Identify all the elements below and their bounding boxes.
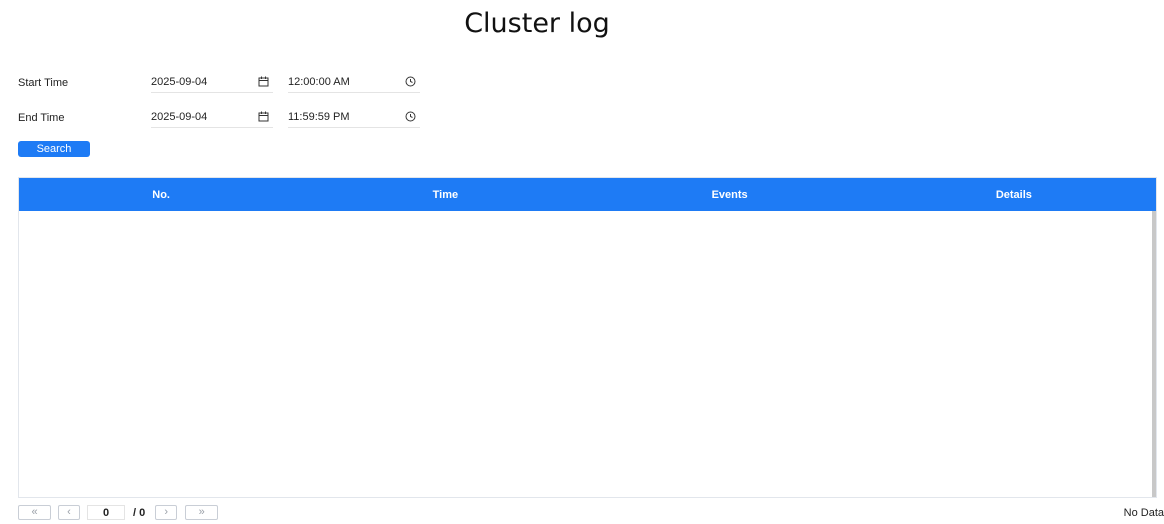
column-header-details[interactable]: Details	[872, 189, 1156, 201]
search-button[interactable]: Search	[18, 141, 90, 157]
clock-icon[interactable]	[404, 111, 416, 123]
end-time-label: End Time	[18, 112, 65, 124]
start-date-input[interactable]	[151, 75, 241, 88]
start-time-label: Start Time	[18, 77, 69, 89]
start-time-row: Start Time	[18, 73, 420, 93]
end-date-input[interactable]	[151, 110, 241, 123]
end-time-input[interactable]	[288, 110, 378, 123]
page-total: / 0	[133, 506, 146, 519]
last-page-button[interactable]: »	[185, 505, 219, 520]
no-data-status: No Data	[1123, 507, 1164, 519]
table-header: No. Time Events Details	[19, 178, 1156, 211]
pagination: « ‹ / 0 › »	[18, 505, 219, 520]
clock-icon[interactable]	[404, 76, 416, 88]
page-number-input[interactable]	[87, 505, 125, 520]
end-time-row: End Time	[18, 108, 420, 128]
calendar-icon[interactable]	[257, 76, 269, 88]
column-header-events[interactable]: Events	[588, 189, 872, 201]
table-body	[19, 211, 1156, 497]
log-table: No. Time Events Details	[18, 177, 1157, 498]
column-header-time[interactable]: Time	[303, 189, 587, 201]
column-header-no[interactable]: No.	[19, 189, 303, 201]
page-title: Cluster log	[464, 8, 610, 39]
next-page-button[interactable]: ›	[155, 505, 178, 520]
calendar-icon[interactable]	[257, 111, 269, 123]
end-time-field[interactable]	[288, 108, 420, 128]
start-time-input[interactable]	[288, 75, 378, 88]
first-page-button[interactable]: «	[18, 505, 51, 520]
start-time-field[interactable]	[288, 73, 420, 93]
cluster-log-page: Cluster log Start Time 2025-09-04 12:00:…	[0, 0, 1164, 524]
end-date-field[interactable]	[151, 108, 273, 128]
start-date-field[interactable]	[151, 73, 273, 93]
previous-page-button[interactable]: ‹	[58, 505, 80, 520]
table-scrollbar[interactable]	[1152, 211, 1156, 497]
